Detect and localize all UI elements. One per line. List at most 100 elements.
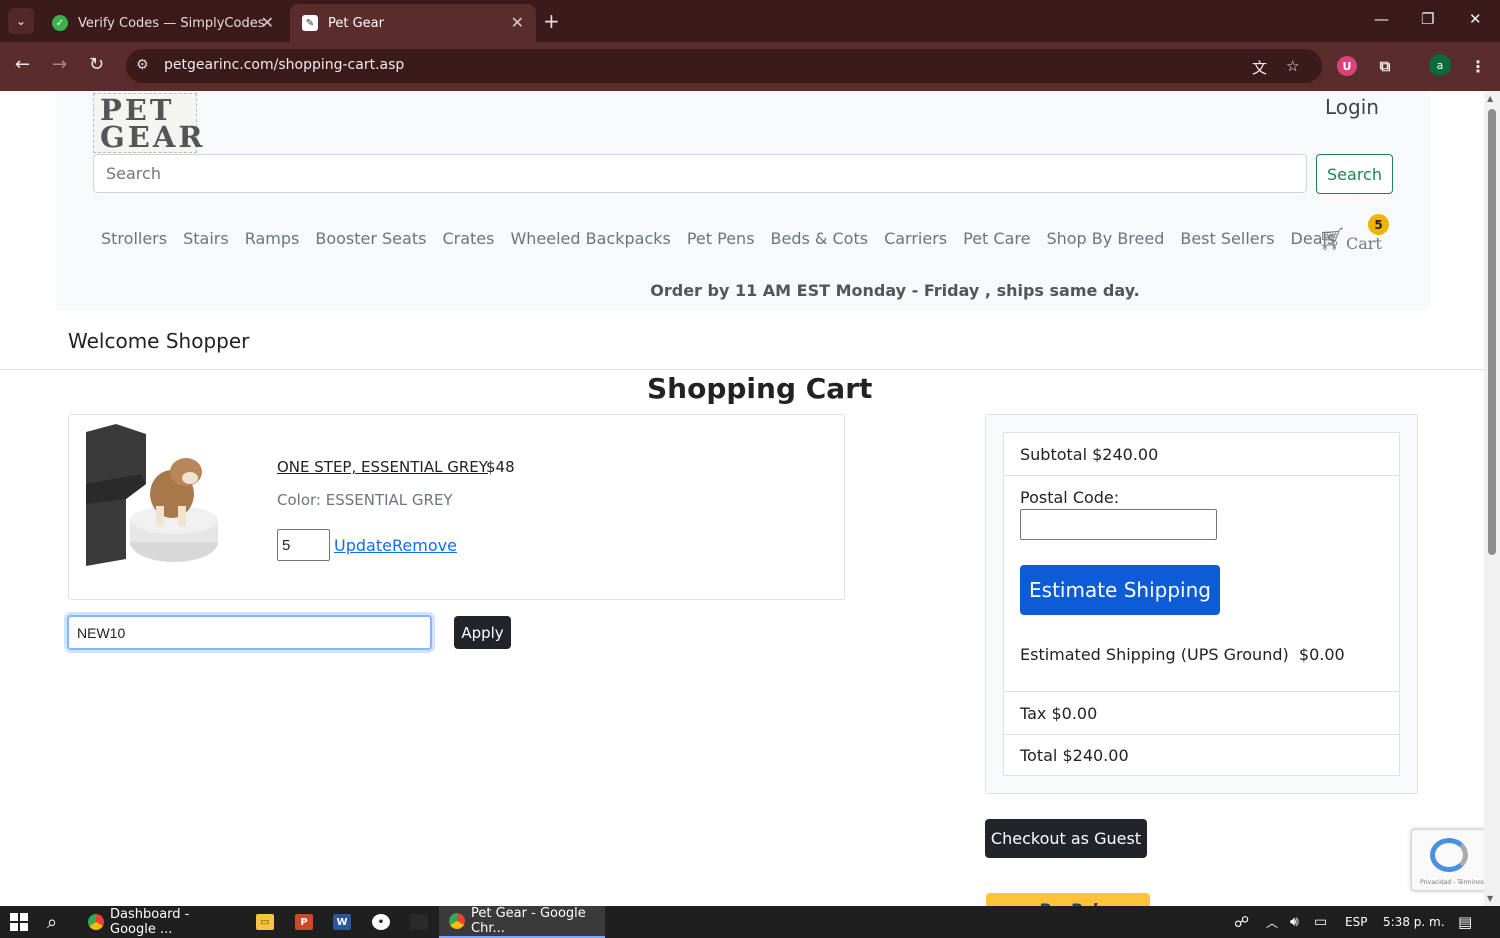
taskbar-app-pet-gear[interactable]: Pet Gear - Google Chr... (439, 906, 605, 938)
browser-tab-strip: ⌄ ✓ Verify Codes — SimplyCodes ✕ ✎ Pet G… (0, 0, 1500, 42)
postal-code-label: Postal Code: (1020, 488, 1120, 507)
page-title: Shopping Cart (647, 372, 873, 405)
nav-pet-pens[interactable]: Pet Pens (687, 229, 755, 248)
taskbar: ⌕ Dashboard - Google ... ▭ P W • Pet Gea… (0, 906, 1500, 938)
reload-icon[interactable]: ↻ (89, 54, 104, 75)
coupon-code-input[interactable] (67, 615, 432, 650)
quantity-input[interactable] (277, 529, 330, 561)
tab-pet-gear[interactable]: ✎ Pet Gear ✕ (290, 4, 536, 42)
product-name-link[interactable]: ONE STEP, ESSENTIAL GREY (277, 458, 488, 476)
taskbar-app-dashboard[interactable]: Dashboard - Google ... (78, 906, 241, 938)
app-icon[interactable] (410, 906, 428, 938)
site-search-input[interactable] (93, 154, 1307, 193)
translate-icon[interactable]: 文 (1252, 57, 1267, 78)
address-bar[interactable]: ⚙ petgearinc.com/shopping-cart.asp 文 ☆ (126, 49, 1322, 83)
scrollbar-thumb[interactable] (1488, 109, 1496, 555)
nav-pet-care[interactable]: Pet Care (963, 229, 1030, 248)
recaptcha-icon (1430, 838, 1468, 872)
nav-wheeled-backpacks[interactable]: Wheeled Backpacks (510, 229, 670, 248)
taskbar-app-label: Pet Gear - Google Chr... (471, 906, 586, 936)
page-scrollbar[interactable]: ▲ ▼ (1484, 91, 1500, 906)
remove-link[interactable]: Remove (392, 536, 457, 555)
recaptcha-footer[interactable]: Privacidad - Términos (1420, 879, 1484, 886)
browser-menu-icon[interactable]: ⋮ (1468, 56, 1488, 76)
subtotal-row: Subtotal $240.00 (1004, 433, 1399, 476)
nav-stairs[interactable]: Stairs (183, 229, 229, 248)
nav-best-sellers[interactable]: Best Sellers (1180, 229, 1274, 248)
recaptcha-badge[interactable]: Privacidad - Términos (1411, 829, 1484, 891)
total-row: Total $240.00 (1020, 746, 1129, 765)
browser-toolbar: ← → ↻ ⚙ petgearinc.com/shopping-cart.asp… (0, 42, 1500, 91)
cart-count-badge: 5 (1368, 214, 1389, 235)
welcome-message: Welcome Shopper (68, 329, 250, 353)
order-summary: Subtotal $240.00 Postal Code: Estimate S… (985, 414, 1418, 794)
profile-avatar[interactable]: a (1429, 54, 1451, 76)
pet-gear-logo[interactable]: PET GEAR (93, 93, 206, 154)
page-viewport: PET GEAR Login Search Strollers Stairs R… (0, 91, 1484, 906)
logo-text: PET GEAR (100, 93, 206, 154)
forward-icon[interactable]: → (52, 54, 67, 75)
nav-ramps[interactable]: Ramps (245, 229, 300, 248)
word-icon[interactable]: W (333, 906, 351, 938)
divider (0, 369, 1484, 370)
extension-shield-icon[interactable]: U (1337, 56, 1357, 76)
estimated-shipping: Estimated Shipping (UPS Ground) $0.00 (1020, 645, 1345, 664)
nav-booster-seats[interactable]: Booster Seats (315, 229, 426, 248)
restore-icon[interactable]: ❐ (1421, 10, 1434, 28)
cart-item-card: ONE STEP, ESSENTIAL GREY $48 Color: ESSE… (68, 414, 845, 600)
login-link[interactable]: Login (1325, 95, 1379, 119)
extensions-puzzle-icon[interactable]: ⧉ (1375, 56, 1395, 76)
taskbar-app-label: Dashboard - Google ... (110, 907, 190, 937)
minimize-icon[interactable]: — (1374, 10, 1389, 28)
tab-title: Verify Codes — SimplyCodes (78, 15, 265, 31)
scroll-up-icon[interactable]: ▲ (1487, 94, 1493, 103)
people-icon[interactable]: ☍ (1234, 906, 1249, 938)
scroll-down-icon[interactable]: ▼ (1487, 894, 1493, 903)
postal-code-input[interactable] (1020, 509, 1217, 540)
shopping-cart-icon: 🛒︎ (1318, 227, 1346, 252)
close-window-icon[interactable]: ✕ (1469, 10, 1482, 28)
back-icon[interactable]: ← (15, 54, 30, 75)
site-search-button[interactable]: Search (1316, 154, 1393, 194)
pet-gear-favicon-icon: ✎ (302, 15, 318, 31)
network-icon[interactable]: ▭ (1314, 906, 1327, 938)
order-summary-list: Subtotal $240.00 Postal Code: Estimate S… (1003, 432, 1400, 776)
clock[interactable]: 5:38 p. m. (1383, 906, 1445, 938)
chevron-up-icon[interactable]: ︿ (1266, 906, 1278, 938)
tax-row: Tax $0.00 (1004, 692, 1399, 735)
nav-shop-by-breed[interactable]: Shop By Breed (1046, 229, 1164, 248)
product-price: $48 (486, 458, 515, 476)
language-indicator[interactable]: ESP (1345, 906, 1367, 938)
checkout-as-guest-button[interactable]: Checkout as Guest (985, 819, 1147, 858)
nav-crates[interactable]: Crates (442, 229, 494, 248)
speaker-icon[interactable]: 🔊︎ (1290, 906, 1299, 938)
apply-coupon-button[interactable]: Apply (454, 616, 511, 649)
close-tab-icon[interactable]: ✕ (511, 13, 524, 32)
paypal-button[interactable]: PayPal (986, 893, 1150, 906)
tab-title: Pet Gear (328, 15, 384, 31)
chrome-icon (88, 914, 104, 930)
shipping-notice: Order by 11 AM EST Monday - Friday , shi… (650, 281, 1140, 300)
tab-verify-codes[interactable]: ✓ Verify Codes — SimplyCodes ✕ (40, 4, 286, 42)
url-text[interactable]: petgearinc.com/shopping-cart.asp (164, 57, 404, 73)
update-link[interactable]: Update (334, 536, 392, 555)
new-tab-icon[interactable]: + (543, 9, 560, 33)
app-icon[interactable]: • (372, 906, 390, 938)
notifications-icon[interactable]: ▤ (1458, 906, 1472, 938)
site-info-icon[interactable]: ⚙ (136, 57, 149, 73)
nav-strollers[interactable]: Strollers (101, 229, 167, 248)
file-explorer-icon[interactable]: ▭ (256, 906, 274, 938)
powerpoint-icon[interactable]: P (295, 906, 313, 938)
bookmark-star-icon[interactable]: ☆ (1286, 57, 1299, 75)
estimate-shipping-button[interactable]: Estimate Shipping (1020, 565, 1220, 615)
nav-beds-cots[interactable]: Beds & Cots (771, 229, 869, 248)
search-icon[interactable]: ⌕ (47, 906, 57, 938)
category-nav: Strollers Stairs Ramps Booster Seats Cra… (101, 229, 1351, 248)
tab-search-button[interactable]: ⌄ (8, 8, 34, 34)
cart-link[interactable]: 🛒︎ Cart 5 (1318, 214, 1389, 259)
close-tab-icon[interactable]: ✕ (261, 13, 274, 32)
windows-start-icon[interactable] (10, 906, 28, 938)
site-header (56, 91, 1430, 310)
nav-carriers[interactable]: Carriers (884, 229, 947, 248)
product-image[interactable] (86, 424, 220, 566)
